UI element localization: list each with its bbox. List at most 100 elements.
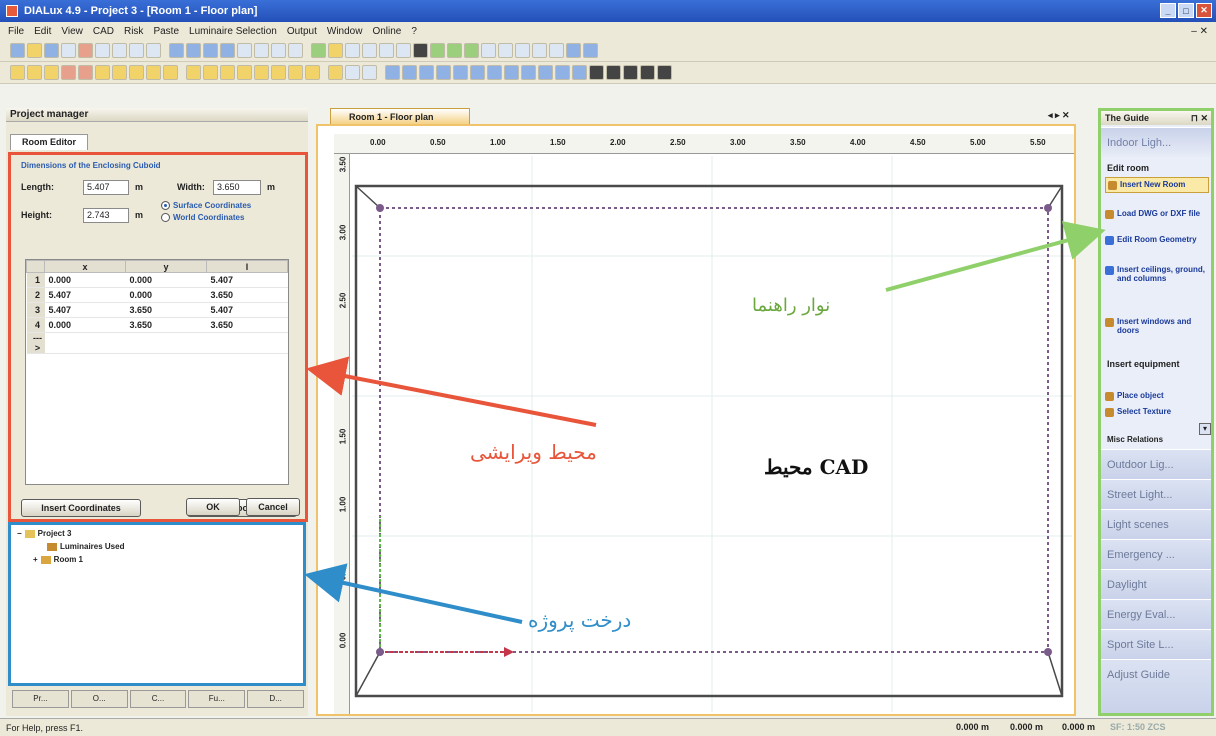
point-icon[interactable] — [345, 65, 360, 80]
lum-7-icon[interactable] — [288, 65, 303, 80]
polyline-icon[interactable] — [606, 65, 621, 80]
surface-coords-radio[interactable]: Surface Coordinates — [161, 201, 251, 210]
guide-section-street[interactable]: Street Light... — [1101, 479, 1211, 509]
guide-item-select-texture[interactable]: Select Texture — [1105, 407, 1209, 417]
menu-edit[interactable]: Edit — [34, 26, 51, 37]
arrange-icon[interactable] — [345, 43, 360, 58]
restore-button[interactable]: □ — [1178, 3, 1194, 18]
zoom-icon[interactable] — [237, 43, 252, 58]
output-2-icon[interactable] — [447, 43, 462, 58]
menu-risk[interactable]: Risk — [124, 26, 143, 37]
coordinates-table[interactable]: x y l 1 0.000 0.000 5.407 2 5.407 0.000 3.650 … — [25, 259, 289, 485]
hatch-icon[interactable] — [657, 65, 672, 80]
output-7-icon[interactable] — [532, 43, 547, 58]
width-input[interactable]: 3.650 — [213, 180, 261, 195]
pan-icon[interactable] — [254, 43, 269, 58]
ceiling-icon[interactable] — [95, 65, 110, 80]
scroll-down-icon[interactable]: ▾ — [1199, 423, 1211, 435]
tab-objects[interactable]: O... — [70, 690, 128, 708]
field-icon[interactable] — [362, 43, 377, 58]
tab-colors[interactable]: C... — [129, 690, 187, 708]
cell-y[interactable]: 0.000 — [125, 272, 207, 288]
line-icon[interactable] — [589, 65, 604, 80]
draw-10-icon[interactable] — [538, 65, 553, 80]
output-6-icon[interactable] — [515, 43, 530, 58]
insert-coordinates-button[interactable]: Insert Coordinates — [21, 499, 141, 517]
view-front-icon[interactable] — [220, 43, 235, 58]
height-input[interactable]: 2.743 — [83, 208, 129, 223]
ok-button[interactable]: OK — [186, 498, 240, 516]
column-icon[interactable] — [78, 65, 93, 80]
cancel-button[interactable]: Cancel — [246, 498, 300, 516]
mdi-controls[interactable]: – ✕ — [1191, 26, 1208, 37]
table-row[interactable]: 3 5.407 3.650 5.407 — [26, 302, 288, 318]
guide-section-indoor[interactable]: Indoor Ligh... — [1101, 127, 1211, 157]
collapse-icon[interactable]: − — [17, 529, 22, 538]
view-side-icon[interactable] — [203, 43, 218, 58]
furniture-icon[interactable] — [129, 65, 144, 80]
expand-icon[interactable]: + — [33, 555, 38, 564]
output-1-icon[interactable] — [430, 43, 445, 58]
cell-l[interactable]: 3.650 — [206, 287, 288, 303]
align-icon[interactable] — [379, 43, 394, 58]
guide-pin-close-icons[interactable]: ⊓ ✕ — [1191, 111, 1208, 125]
undo-icon[interactable] — [129, 43, 144, 58]
menu-cad[interactable]: CAD — [93, 26, 114, 37]
length-input[interactable]: 5.407 — [83, 180, 129, 195]
draw-4-icon[interactable] — [436, 65, 451, 80]
tab-nav-arrows[interactable]: ◂ ▸ ✕ — [1048, 110, 1070, 121]
focus-icon[interactable] — [413, 43, 428, 58]
guide-item-load-dwg[interactable]: Load DWG or DXF file — [1105, 209, 1209, 219]
view-floor-icon[interactable] — [186, 43, 201, 58]
paste-icon[interactable] — [112, 43, 127, 58]
wall-icon[interactable] — [27, 65, 42, 80]
arc-icon[interactable] — [623, 65, 638, 80]
cell-l[interactable]: 3.650 — [206, 317, 288, 333]
lum-8-icon[interactable] — [305, 65, 320, 80]
cell-x[interactable]: 5.407 — [44, 302, 126, 318]
guide-section-outdoor[interactable]: Outdoor Lig... — [1101, 449, 1211, 479]
menu-file[interactable]: File — [8, 26, 24, 37]
close-button[interactable]: ✕ — [1196, 3, 1212, 18]
output-8-icon[interactable] — [549, 43, 564, 58]
cut-icon[interactable] — [78, 43, 93, 58]
cell-y[interactable]: 3.650 — [125, 302, 207, 318]
open-icon[interactable] — [27, 43, 42, 58]
output-9-icon[interactable] — [566, 43, 581, 58]
new-row[interactable]: ---> — [26, 332, 288, 354]
lum-1-icon[interactable] — [186, 65, 201, 80]
guide-section-emergency[interactable]: Emergency ... — [1101, 539, 1211, 569]
measure-icon[interactable] — [362, 65, 377, 80]
menu-online[interactable]: Online — [372, 26, 401, 37]
door-icon[interactable] — [44, 65, 59, 80]
output-4-icon[interactable] — [481, 43, 496, 58]
tab-output[interactable]: D... — [247, 690, 304, 708]
output-10-icon[interactable] — [583, 43, 598, 58]
color-icon[interactable] — [163, 65, 178, 80]
guide-item-edit-geometry[interactable]: Edit Room Geometry — [1105, 235, 1209, 245]
draw-2-icon[interactable] — [402, 65, 417, 80]
tab-project[interactable]: Pr... — [12, 690, 69, 708]
grid-icon[interactable] — [396, 43, 411, 58]
cell-x[interactable]: 0.000 — [44, 317, 126, 333]
room-icon[interactable] — [10, 65, 25, 80]
window-icon[interactable] — [61, 65, 76, 80]
menu-help[interactable]: ? — [411, 26, 417, 37]
guide-section-adjust[interactable]: Adjust Guide — [1101, 659, 1211, 713]
rotate-icon[interactable] — [271, 43, 286, 58]
guide-section-daylight[interactable]: Daylight — [1101, 569, 1211, 599]
view-3d-icon[interactable] — [169, 43, 184, 58]
copy-icon[interactable] — [95, 43, 110, 58]
redo-icon[interactable] — [146, 43, 161, 58]
tab-luminaires[interactable]: Fu... — [188, 690, 246, 708]
new-icon[interactable] — [10, 43, 25, 58]
lum-4-icon[interactable] — [237, 65, 252, 80]
cell-y[interactable]: 3.650 — [125, 317, 207, 333]
tree-item-luminaires[interactable]: Luminaires Used — [47, 542, 124, 551]
table-row[interactable]: 4 0.000 3.650 3.650 — [26, 317, 288, 333]
cad-canvas[interactable] — [352, 156, 1072, 712]
floor-icon[interactable] — [112, 65, 127, 80]
draw-8-icon[interactable] — [504, 65, 519, 80]
menu-view[interactable]: View — [61, 26, 83, 37]
table-row[interactable]: 1 0.000 0.000 5.407 — [26, 272, 288, 288]
